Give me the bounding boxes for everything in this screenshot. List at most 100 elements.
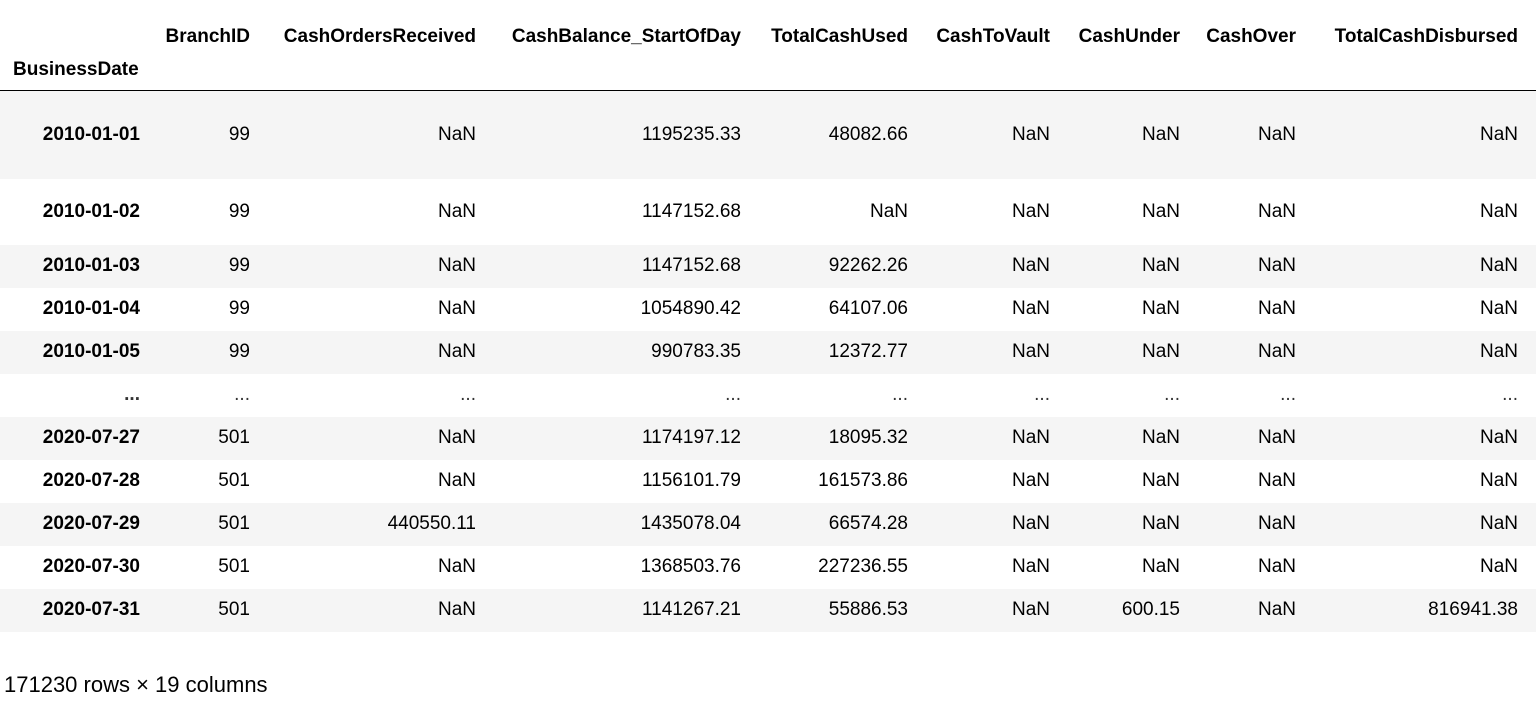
table-cell: 66574.28	[828, 513, 908, 534]
table-cell: NaN	[1257, 556, 1296, 577]
row-index-label: 2020-07-27	[42, 427, 140, 448]
table-cell: NaN	[1141, 123, 1180, 145]
column-header: CashOver	[1206, 26, 1296, 47]
table-row: 2020-07-29 501 440550.11 1435078.04 66574.28…	[0, 502, 1536, 546]
row-index-label: 2020-07-31	[42, 599, 140, 620]
table-cell: ...	[460, 384, 476, 405]
row-index-label: 2010-01-03	[42, 255, 140, 276]
column-header: CashUnder	[1078, 26, 1180, 47]
table-row: 2020-07-30 501 NaN 1368503.76 227236.55 NaN Na…	[0, 545, 1536, 589]
column-header: CashBalance_StartOfDay	[511, 26, 741, 47]
table-cell: 1368503.76	[640, 556, 741, 577]
table-cell: NaN	[1011, 255, 1050, 276]
table-cell: NaN	[437, 427, 476, 448]
dataframe-table: BranchID CashOrdersReceived CashBalance_…	[0, 0, 1536, 632]
table-cell: NaN	[1479, 470, 1518, 491]
table-cell: 99	[228, 298, 250, 319]
dataframe-shape-text: 171230 rows × 19 columns	[4, 672, 268, 697]
table-cell: NaN	[1257, 599, 1296, 620]
column-header: TotalCashDisbursed	[1334, 26, 1518, 47]
table-cell: NaN	[1479, 298, 1518, 319]
table-cell: 99	[228, 200, 250, 222]
table-cell: NaN	[1257, 513, 1296, 534]
table-cell: 501	[218, 470, 250, 491]
ellipsis-row: ...........................	[0, 373, 1536, 417]
table-cell: 99	[228, 123, 250, 145]
table-cell: 1054890.42	[640, 298, 741, 319]
table-cell: NaN	[1141, 513, 1180, 534]
table-cell: NaN	[1257, 298, 1296, 319]
table-cell: ...	[1164, 384, 1180, 405]
table-cell: 1141267.21	[642, 599, 741, 620]
table-cell: NaN	[437, 255, 476, 276]
table-cell: NaN	[1011, 341, 1050, 362]
column-header: BranchID	[165, 26, 250, 47]
table-cell: ...	[234, 384, 250, 405]
table-cell: NaN	[1011, 470, 1050, 491]
row-index-label: 2010-01-02	[42, 200, 140, 222]
table-cell: 64107.06	[828, 298, 908, 319]
table-cell: NaN	[1257, 427, 1296, 448]
table-cell: 18095.32	[828, 427, 908, 448]
table-cell: 99	[228, 341, 250, 362]
table-cell: NaN	[1479, 556, 1518, 577]
table-cell: 161573.86	[818, 470, 908, 491]
table-cell: 92262.26	[828, 255, 908, 276]
table-cell: 48082.66	[828, 123, 908, 145]
table-cell: NaN	[437, 599, 476, 620]
table-cell: NaN	[869, 200, 908, 222]
table-cell: ...	[1280, 384, 1296, 405]
table-cell: NaN	[437, 298, 476, 319]
row-index-label: ...	[124, 384, 140, 405]
table-row: 2020-07-31 501 NaN 1141267.21 55886.53 NaN 600…	[0, 588, 1536, 632]
table-cell: NaN	[1257, 470, 1296, 491]
column-header: CashToVault	[936, 26, 1050, 47]
table-cell: NaN	[1011, 599, 1050, 620]
table-cell: NaN	[1479, 513, 1518, 534]
table-cell: 1147152.68	[642, 255, 741, 276]
table-cell: 501	[218, 513, 250, 534]
table-cell: ...	[1502, 384, 1518, 405]
table-row: 2020-07-28 501 NaN 1156101.79 161573.86 NaN Na…	[0, 459, 1536, 503]
table-cell: NaN	[1011, 123, 1050, 145]
table-cell: 600.15	[1121, 599, 1180, 620]
index-name: BusinessDate	[0, 50, 158, 91]
row-index-label: 2020-07-28	[42, 470, 140, 491]
table-cell: NaN	[1479, 341, 1518, 362]
table-cell: 55886.53	[828, 599, 908, 620]
table-cell: NaN	[1011, 298, 1050, 319]
dataframe-output: BranchID CashOrdersReceived CashBalance_…	[0, 0, 1536, 632]
table-cell: 440550.11	[387, 513, 476, 534]
table-cell: NaN	[1479, 255, 1518, 276]
table-cell: 1174197.12	[642, 427, 741, 448]
table-cell: 816941.38	[1428, 599, 1518, 620]
table-cell: 1156101.79	[642, 470, 741, 491]
table-row: 2020-07-27 501 NaN 1174197.12 18095.32 NaN NaN…	[0, 416, 1536, 460]
table-cell: NaN	[437, 200, 476, 222]
row-index-label: 2010-01-05	[42, 341, 140, 362]
table-row: 2010-01-01 99 NaN 1195235.33 48082.66 NaN NaN N…	[0, 90, 1536, 179]
table-cell: 501	[218, 427, 250, 448]
table-cell: ...	[725, 384, 741, 405]
table-cell: NaN	[437, 556, 476, 577]
table-cell: NaN	[1257, 255, 1296, 276]
table-cell: NaN	[1011, 513, 1050, 534]
table-cell: 990783.35	[651, 341, 741, 362]
table-row: 2010-01-05 99 NaN 990783.35 12372.77 NaN NaN Na…	[0, 330, 1536, 374]
table-cell: NaN	[1141, 427, 1180, 448]
table-cell: 1435078.04	[640, 513, 741, 534]
table-body: 2010-01-01 99 NaN 1195235.33 48082.66 NaN NaN N…	[0, 90, 1536, 632]
table-cell: NaN	[1141, 556, 1180, 577]
table-cell: ...	[1034, 384, 1050, 405]
column-header: CashOrdersReceived	[283, 26, 476, 47]
table-cell: 99	[228, 255, 250, 276]
table-cell: NaN	[1479, 427, 1518, 448]
table-cell: NaN	[1479, 200, 1518, 222]
table-cell: NaN	[1257, 341, 1296, 362]
table-cell: NaN	[437, 341, 476, 362]
table-cell: NaN	[1141, 200, 1180, 222]
row-index-label: 2020-07-29	[42, 513, 140, 534]
table-cell: 12372.77	[828, 341, 908, 362]
table-cell: 1195235.33	[642, 123, 741, 145]
table-cell: NaN	[1257, 123, 1296, 145]
